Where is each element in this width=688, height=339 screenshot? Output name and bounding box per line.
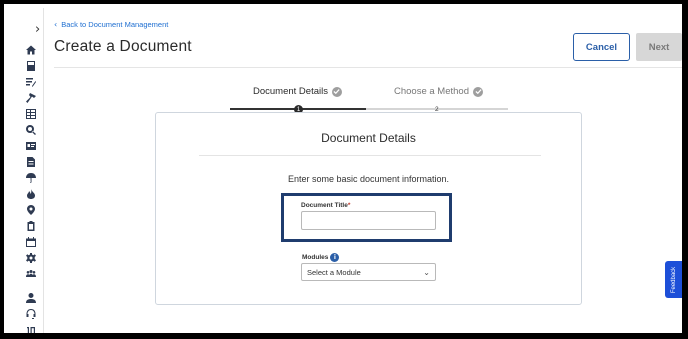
user-icon[interactable] xyxy=(26,293,36,303)
modules-label-text: Modules xyxy=(302,254,329,261)
info-icon[interactable]: i xyxy=(330,253,340,262)
chevron-left-icon: ‹ xyxy=(54,20,58,29)
step-choose-method[interactable]: Choose a Method xyxy=(394,86,483,97)
card-intro-text: Enter some basic document information. xyxy=(287,174,450,184)
header-divider xyxy=(54,67,682,68)
back-link-label: Back to Document Management xyxy=(61,20,169,29)
card-title: Document Details xyxy=(321,131,416,145)
sidebar-toggle-icon[interactable]: › xyxy=(35,22,40,37)
number-icon[interactable] xyxy=(26,325,36,333)
home-icon[interactable] xyxy=(26,45,36,55)
feedback-tab[interactable]: Feedback xyxy=(665,261,682,298)
modules-select[interactable]: Select a Module ⌄ xyxy=(301,263,436,281)
headset-icon[interactable] xyxy=(26,309,36,319)
step-document-details[interactable]: Document Details xyxy=(253,86,342,97)
step-label: Document Details xyxy=(253,86,328,97)
edit-document-icon[interactable] xyxy=(26,77,36,87)
team-icon[interactable] xyxy=(26,269,36,279)
document-title-label-text: Document Title xyxy=(301,202,348,209)
chevron-down-icon: ⌄ xyxy=(423,267,430,277)
sidebar: › xyxy=(8,8,44,333)
clipboard-icon[interactable] xyxy=(26,221,36,231)
modules-selected-value: Select a Module xyxy=(307,267,361,277)
back-link[interactable]: ‹ Back to Document Management xyxy=(54,20,168,29)
document-icon[interactable] xyxy=(26,61,36,71)
document-title-input[interactable] xyxy=(301,211,436,230)
step-label: Choose a Method xyxy=(394,86,469,97)
card-divider xyxy=(199,155,541,156)
fire-icon[interactable] xyxy=(26,189,36,199)
required-mark: * xyxy=(347,202,351,209)
page-title: Create a Document xyxy=(54,38,192,55)
calendar-icon[interactable] xyxy=(26,237,36,247)
app-window: › ‹ Back to Document Management Create a… xyxy=(0,0,688,339)
modules-label: Modules i xyxy=(302,253,340,262)
file-icon[interactable] xyxy=(26,157,36,167)
check-icon xyxy=(473,86,483,97)
cancel-button[interactable]: Cancel xyxy=(573,33,630,61)
hammer-icon[interactable] xyxy=(26,93,36,103)
location-pin-icon[interactable] xyxy=(26,205,36,215)
next-button[interactable]: Next xyxy=(636,33,682,61)
grid-list-icon[interactable] xyxy=(26,109,36,119)
settings-icon[interactable] xyxy=(26,253,36,263)
check-icon xyxy=(331,86,342,97)
umbrella-icon[interactable] xyxy=(26,173,36,183)
feedback-label: Feedback xyxy=(671,266,678,293)
id-card-icon[interactable] xyxy=(26,141,36,151)
document-title-label: Document Title* xyxy=(301,202,350,209)
search-icon[interactable] xyxy=(26,125,36,135)
